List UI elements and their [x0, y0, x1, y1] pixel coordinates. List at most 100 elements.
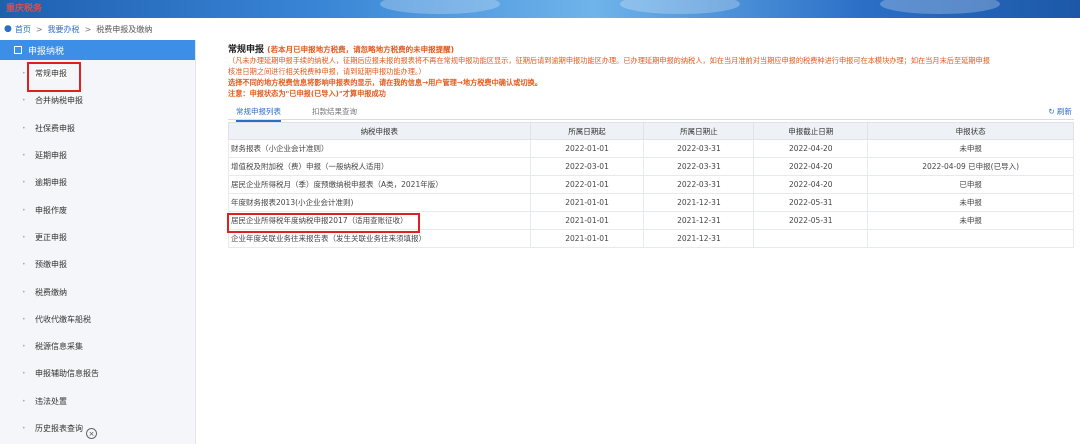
table-row[interactable]: 居民企业所得税月（季）度预缴纳税申报表（A类，2021年版） 2022-01-0… — [228, 175, 1074, 194]
sidebar: 申报纳税 • 常规申报 • 合并纳税申报 • 社保费申报 • 延期申报 • 逾期申报 • 申… — [0, 40, 196, 444]
sidebar-item-void[interactable]: • 申报作废 — [0, 196, 195, 223]
note-text: 申报状态为"已申报(已导入)"才算申报成功 — [249, 89, 386, 98]
status-cell: 未申报 — [867, 211, 1074, 230]
bullet-icon: • — [22, 370, 26, 378]
sidebar-item-label: 历史报表查询 — [35, 424, 83, 433]
end-date-cell: 2022-03-31 — [643, 139, 755, 158]
form-name-cell[interactable]: 年度财务报表2013(小企业会计准则) — [228, 193, 531, 212]
breadcrumb: ● 首页 > 我要办税 > 税费申报及缴纳 — [0, 18, 1080, 40]
bullet-icon: • — [22, 343, 26, 351]
sidebar-item-label: 合并纳税申报 — [35, 96, 83, 106]
column-header: 纳税申报表 — [228, 122, 531, 140]
bullet-icon: • — [22, 288, 26, 296]
end-date-cell: 2021-12-31 — [643, 193, 755, 212]
breadcrumb-separator: > — [35, 24, 43, 34]
sidebar-header[interactable]: 申报纳税 — [0, 40, 195, 60]
notice-line: 选择不同的地方税费信息将影响申报表的显示，请在我的信息→用户管理→地方税费中确认… — [228, 78, 542, 87]
highlight-box — [27, 62, 81, 92]
breadcrumb-current: 税费申报及缴纳 — [96, 24, 153, 34]
end-date-cell: 2022-03-31 — [643, 157, 755, 176]
table-row[interactable]: 增值税及附加税（费）申报（一般纳税人适用） 2022-03-01 2022-03… — [228, 157, 1074, 176]
location-pin-icon: ● — [4, 24, 12, 34]
title-tip: (若本月已申报地方税费，请忽略地方税费的未申报提醒) — [267, 45, 455, 54]
sidebar-item-tax-source[interactable]: • 税源信息采集 — [0, 333, 195, 360]
start-date-cell: 2022-01-01 — [529, 139, 645, 158]
breadcrumb-tax[interactable]: 我要办税 — [48, 24, 80, 35]
form-name-cell[interactable]: 居民企业所得税月（季）度预缴纳税申报表（A类，2021年版） — [228, 175, 531, 194]
bullet-icon: • — [22, 179, 26, 187]
bullet-icon: • — [22, 397, 26, 405]
column-header: 申报状态 — [867, 122, 1074, 140]
page-title: 常规申报 — [228, 45, 265, 55]
status-cell: 未申报 — [867, 193, 1074, 212]
sidebar-item-aux-report[interactable]: • 申报辅助信息报告 — [0, 360, 195, 387]
table-header-row: 纳税申报表 所属日期起 所属日期止 申报截止日期 申报状态 — [228, 122, 1074, 140]
column-header: 所属日期起 — [529, 122, 645, 140]
sidebar-item-social-security[interactable]: • 社保费申报 — [0, 115, 195, 142]
form-name-cell[interactable]: 财务报表（小企业会计准则） — [228, 139, 531, 158]
breadcrumb-home[interactable]: 首页 — [15, 24, 31, 35]
form-name-cell[interactable]: 增值税及附加税（费）申报（一般纳税人适用） — [228, 157, 531, 176]
end-date-cell: 2021-12-31 — [643, 229, 755, 248]
bullet-icon: • — [22, 152, 26, 160]
tab-deduction-query[interactable]: 扣款结果查询 — [312, 106, 357, 117]
notice-line: （凡未办理延期申报手续的纳税人，征期后应报未报的报表将不再在常规申报功能区显示，… — [228, 56, 990, 65]
top-banner: 重庆税务 — [0, 0, 1080, 18]
note-prefix: 注意： — [228, 89, 250, 98]
status-cell: 已申报 — [867, 175, 1074, 194]
sidebar-item-label: 更正申报 — [35, 232, 67, 242]
deadline-cell: 2022-05-31 — [753, 193, 869, 212]
banner-decoration — [380, 0, 500, 14]
page-title-line: 常规申报 (若本月已申报地方税费，请忽略地方税费的未申报提醒) — [228, 42, 1074, 55]
status-cell: 未申报 — [867, 139, 1074, 158]
sidebar-item-overdue[interactable]: • 逾期申报 — [0, 169, 195, 196]
main-content: 常规申报 (若本月已申报地方税费，请忽略地方税费的未申报提醒) （凡未办理延期申… — [228, 40, 1074, 248]
bullet-icon: • — [22, 233, 26, 241]
table-row[interactable]: 年度财务报表2013(小企业会计准则) 2021-01-01 2021-12-3… — [228, 193, 1074, 212]
notice-line: 核准日期之间进行相关税费种申报，请到延期申报功能办理。） — [228, 67, 426, 76]
sidebar-item-violation[interactable]: • 违法处置 — [0, 388, 195, 415]
start-date-cell: 2022-03-01 — [529, 157, 645, 176]
refresh-button[interactable]: ↻ 刷新 — [1048, 106, 1072, 117]
row-highlight-box — [227, 213, 420, 233]
sidebar-item-label: 社保费申报 — [35, 123, 75, 133]
sidebar-item-vehicle-tax[interactable]: • 代收代缴车船税 — [0, 306, 195, 333]
breadcrumb-separator: > — [84, 24, 92, 34]
sidebar-item-label: 代收代缴车船税 — [35, 314, 91, 324]
deadline-cell: 2022-04-20 — [753, 139, 869, 158]
sidebar-item-extension[interactable]: • 延期申报 — [0, 142, 195, 169]
start-date-cell: 2021-01-01 — [529, 211, 645, 230]
sidebar-item-correction[interactable]: • 更正申报 — [0, 224, 195, 251]
sidebar-item-label: 申报作废 — [35, 205, 67, 215]
site-logo[interactable]: 重庆税务 — [6, 1, 42, 14]
bullet-icon: • — [22, 97, 26, 105]
sidebar-item-label: 逾期申报 — [35, 178, 67, 188]
collapse-icon[interactable]: × — [86, 428, 97, 439]
sidebar-item-label: 违法处置 — [35, 396, 67, 406]
status-cell: 2022-04-09 已申报(已导入) — [867, 157, 1074, 176]
sidebar-item-label: 税费缴纳 — [35, 287, 67, 297]
tab-regular-list[interactable]: 常规申报列表 — [236, 106, 281, 122]
column-header: 所属日期止 — [643, 122, 755, 140]
start-date-cell: 2021-01-01 — [529, 193, 645, 212]
table-row[interactable]: 财务报表（小企业会计准则） 2022-01-01 2022-03-31 2022… — [228, 139, 1074, 158]
sidebar-item-label: 税源信息采集 — [35, 342, 83, 352]
sidebar-item-label: 延期申报 — [35, 151, 67, 161]
refresh-icon: ↻ — [1048, 107, 1057, 116]
sidebar-item-history[interactable]: • 历史报表查询 — [0, 415, 195, 442]
end-date-cell: 2021-12-31 — [643, 211, 755, 230]
deadline-cell: 2022-04-20 — [753, 157, 869, 176]
bullet-icon: • — [22, 315, 26, 323]
deadline-cell — [753, 229, 869, 248]
refresh-label: 刷新 — [1057, 107, 1072, 116]
sidebar-item-payment[interactable]: • 税费缴纳 — [0, 278, 195, 305]
sidebar-item-prepay[interactable]: • 预缴申报 — [0, 251, 195, 278]
sidebar-title: 申报纳税 — [28, 46, 65, 57]
status-cell — [867, 229, 1074, 248]
sidebar-item-label: 申报辅助信息报告 — [35, 369, 99, 379]
sidebar-item-label: 预缴申报 — [35, 260, 67, 270]
note-line: 注意：申报状态为"已申报(已导入)"才算申报成功 — [228, 88, 1074, 99]
deadline-cell: 2022-05-31 — [753, 211, 869, 230]
start-date-cell: 2022-01-01 — [529, 175, 645, 194]
bullet-icon: • — [22, 206, 26, 214]
